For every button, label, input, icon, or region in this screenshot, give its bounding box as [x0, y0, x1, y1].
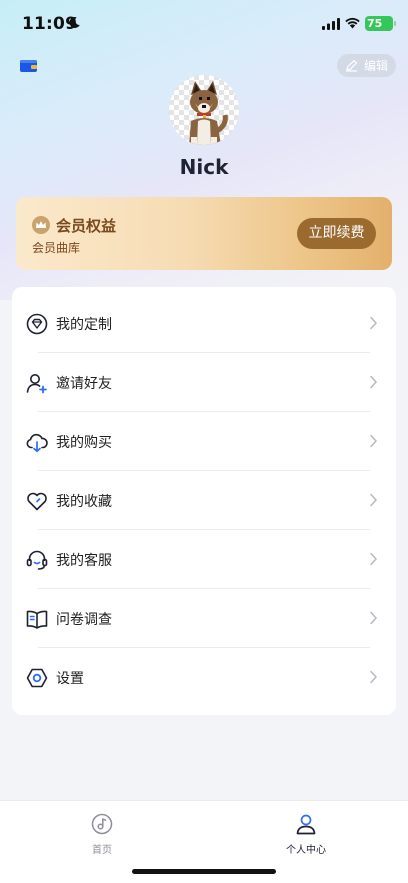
- chevron-right-icon: [370, 493, 378, 507]
- tab-label: 个人中心: [286, 845, 326, 856]
- status-bar: 11:09 75: [0, 0, 408, 50]
- chevron-right-icon: [370, 611, 378, 625]
- user-add-icon: [26, 374, 47, 394]
- wallet-icon[interactable]: [20, 59, 37, 73]
- chevron-right-icon: [370, 316, 378, 330]
- tab-label: 首页: [92, 845, 112, 856]
- menu-item-survey[interactable]: 问卷调查: [12, 589, 396, 648]
- menu-item-label: 问卷调查: [56, 612, 112, 628]
- music-disc-icon: [91, 813, 113, 835]
- battery-level: 75: [367, 17, 383, 30]
- menu-item-label: 我的收藏: [56, 494, 112, 510]
- moon-icon: [69, 16, 80, 28]
- renew-button[interactable]: 立即续费: [297, 218, 376, 249]
- menu-item-label: 我的客服: [56, 553, 112, 569]
- tab-home[interactable]: 首页: [52, 813, 152, 856]
- dog-avatar-image: [189, 81, 228, 145]
- book-icon: [26, 610, 48, 629]
- chevron-right-icon: [370, 670, 378, 684]
- heart-icon: [27, 492, 47, 511]
- menu-item-label: 设置: [56, 671, 84, 687]
- menu-item-label: 邀请好友: [56, 376, 112, 392]
- headset-icon: [26, 550, 48, 570]
- menu-item-customization[interactable]: 我的定制: [12, 294, 396, 353]
- cellular-signal-icon: [322, 18, 340, 30]
- edit-profile-button[interactable]: 编辑: [337, 54, 396, 77]
- vip-title: 会员权益: [56, 217, 117, 235]
- cloud-download-icon: [26, 433, 48, 453]
- settings-hexagon-icon: [26, 668, 48, 688]
- menu-list: 我的定制 邀请好友 我的购买 我的收藏 我的客服 问卷调查 设置: [12, 287, 396, 715]
- pencil-icon: [345, 60, 358, 72]
- menu-item-label: 我的购买: [56, 435, 112, 451]
- vip-subtitle: 会员曲库: [32, 241, 81, 255]
- home-indicator: [132, 869, 276, 874]
- menu-item-customer-service[interactable]: 我的客服: [12, 530, 396, 589]
- battery-indicator: 75: [365, 16, 396, 31]
- edit-label: 编辑: [363, 59, 388, 73]
- avatar[interactable]: [169, 75, 239, 145]
- menu-item-invite-friends[interactable]: 邀请好友: [12, 353, 396, 412]
- vip-membership-card[interactable]: 会员权益 会员曲库 立即续费: [16, 197, 392, 270]
- person-icon: [296, 814, 316, 835]
- wifi-icon: [345, 17, 360, 29]
- battery-tip: [394, 21, 396, 26]
- menu-item-settings[interactable]: 设置: [12, 648, 396, 707]
- tab-profile[interactable]: 个人中心: [256, 813, 356, 856]
- diamond-icon: [26, 313, 48, 335]
- crown-icon: [32, 216, 50, 234]
- menu-item-purchases[interactable]: 我的购买: [12, 412, 396, 471]
- chevron-right-icon: [370, 375, 378, 389]
- chevron-right-icon: [370, 434, 378, 448]
- username: Nick: [179, 155, 229, 179]
- menu-item-label: 我的定制: [56, 317, 112, 333]
- menu-item-favorites[interactable]: 我的收藏: [12, 471, 396, 530]
- chevron-right-icon: [370, 552, 378, 566]
